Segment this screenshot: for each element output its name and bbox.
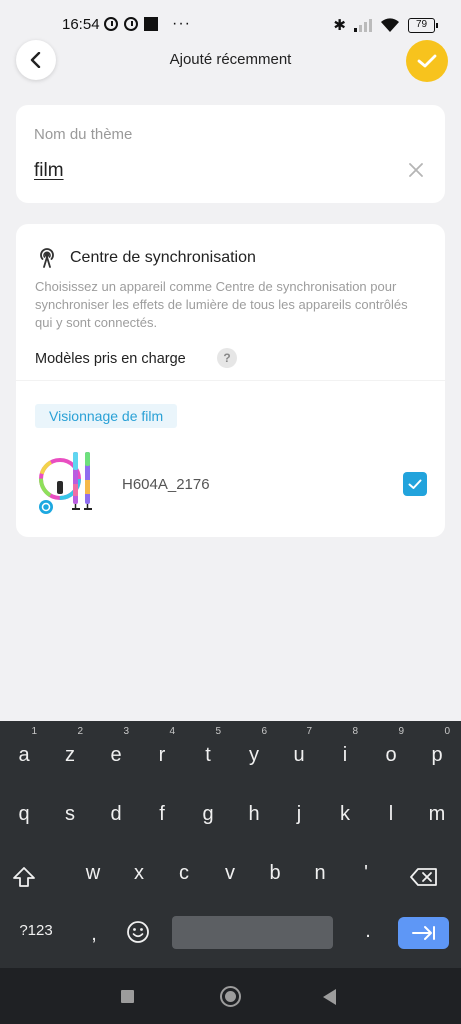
key-number-hint: 9	[398, 726, 404, 737]
key-number-hint: 4	[169, 726, 175, 737]
clear-button[interactable]	[407, 161, 425, 179]
key-number-hint: 1	[31, 726, 37, 737]
confirm-button[interactable]	[406, 40, 448, 82]
key-label: y	[249, 744, 259, 766]
key-number-hint: 6	[261, 726, 267, 737]
bluetooth-icon: ✱	[333, 17, 346, 34]
recents-button[interactable]	[121, 990, 134, 1003]
theme-name-label: Nom du thème	[34, 126, 133, 143]
device-thumbnail	[39, 452, 92, 514]
clock-icon	[124, 17, 138, 31]
key-m[interactable]: m	[415, 793, 459, 833]
wifi-icon	[381, 17, 399, 32]
key-n[interactable]: n	[298, 852, 342, 892]
more-notifications-icon: ···	[172, 15, 191, 32]
key-number-hint: 8	[352, 726, 358, 737]
battery-icon: 79	[408, 17, 438, 33]
theme-name-input[interactable]: film	[34, 160, 64, 182]
key-d[interactable]: d	[94, 793, 138, 833]
timer-icon	[104, 17, 118, 31]
key-r[interactable]: r4	[140, 727, 184, 774]
shift-key[interactable]	[2, 855, 46, 895]
key-label: i	[342, 744, 348, 766]
key-e[interactable]: e3	[94, 727, 138, 774]
help-icon[interactable]: ?	[217, 348, 237, 368]
key-number-hint: 7	[306, 726, 312, 737]
device-name: H604A_2176	[122, 476, 210, 493]
home-button[interactable]	[220, 986, 241, 1007]
back-nav-button[interactable]	[323, 989, 336, 1005]
key-q[interactable]: q	[2, 793, 46, 833]
key-a[interactable]: a1	[2, 727, 46, 774]
backspace-key[interactable]	[402, 855, 446, 895]
status-bar: 16:54 ··· ✱ 79	[0, 0, 461, 46]
space-key[interactable]	[172, 916, 333, 949]
signal-icon	[354, 18, 372, 32]
key-y[interactable]: y6	[232, 727, 276, 774]
key-o[interactable]: o9	[369, 727, 413, 774]
key-f[interactable]: f	[140, 793, 184, 833]
category-chip: Visionnage de film	[35, 404, 178, 428]
navigation-bar	[0, 968, 461, 1024]
comma-key[interactable]: ,	[72, 913, 116, 953]
emoji-key[interactable]	[116, 910, 160, 950]
key-k[interactable]: k	[323, 793, 367, 833]
status-system-icons: ✱ 79	[333, 16, 438, 34]
status-notification-icons: ···	[104, 15, 191, 32]
key-label: t	[205, 744, 211, 766]
backspace-icon	[410, 867, 437, 886]
emoji-icon	[127, 920, 149, 943]
key-label: z	[65, 744, 75, 766]
key-w[interactable]: w	[71, 852, 115, 892]
sync-center-card: Centre de synchronisation Choisissez un …	[16, 224, 445, 537]
check-icon	[417, 54, 437, 68]
key-u[interactable]: u7	[277, 727, 321, 774]
sync-center-description: Choisissez un appareil comme Centre de s…	[35, 279, 408, 330]
supported-models-label: Modèles pris en charge	[35, 351, 186, 367]
key-t[interactable]: t5	[186, 727, 230, 774]
key-number-hint: 3	[123, 726, 129, 737]
key-l[interactable]: l	[369, 793, 413, 833]
key-label: u	[293, 744, 305, 766]
keyboard: a1z2e3r4t5y6u7i8o9p0 qsdfghjklm w x c v b n ' …	[0, 721, 461, 968]
status-time: 16:54	[62, 16, 100, 33]
page-title: Ajouté récemment	[169, 51, 292, 68]
key-label: e	[110, 744, 122, 766]
check-icon	[408, 479, 422, 489]
key-b[interactable]: b	[253, 852, 297, 892]
key-x[interactable]: x	[117, 852, 161, 892]
period-key[interactable]: .	[346, 910, 390, 950]
key-i[interactable]: i8	[323, 727, 367, 774]
broadcast-icon	[40, 248, 54, 268]
key-z[interactable]: z2	[48, 727, 92, 774]
sync-center-title: Centre de synchronisation	[70, 249, 256, 266]
shift-icon	[13, 866, 35, 887]
key-number-hint: 5	[215, 726, 221, 737]
theme-name-card: Nom du thème film	[16, 105, 445, 203]
next-icon	[411, 926, 435, 940]
key-s[interactable]: s	[48, 793, 92, 833]
key-number-hint: 0	[444, 726, 450, 737]
symbols-key[interactable]: ?123	[14, 910, 58, 950]
key-label: a	[18, 744, 30, 766]
device-checkbox[interactable]	[403, 472, 427, 496]
key-v[interactable]: v	[208, 852, 252, 892]
key-label: o	[385, 744, 397, 766]
enter-key[interactable]	[398, 917, 449, 949]
key-c[interactable]: c	[162, 852, 206, 892]
key-apostrophe[interactable]: '	[344, 852, 388, 892]
close-icon	[409, 163, 423, 177]
app-notification-icon	[144, 17, 158, 31]
divider	[16, 380, 445, 381]
key-p[interactable]: p0	[415, 727, 459, 774]
key-g[interactable]: g	[186, 793, 230, 833]
key-j[interactable]: j	[277, 793, 321, 833]
key-label: r	[158, 744, 166, 766]
key-number-hint: 2	[77, 726, 83, 737]
key-label: p	[431, 744, 443, 766]
key-h[interactable]: h	[232, 793, 276, 833]
